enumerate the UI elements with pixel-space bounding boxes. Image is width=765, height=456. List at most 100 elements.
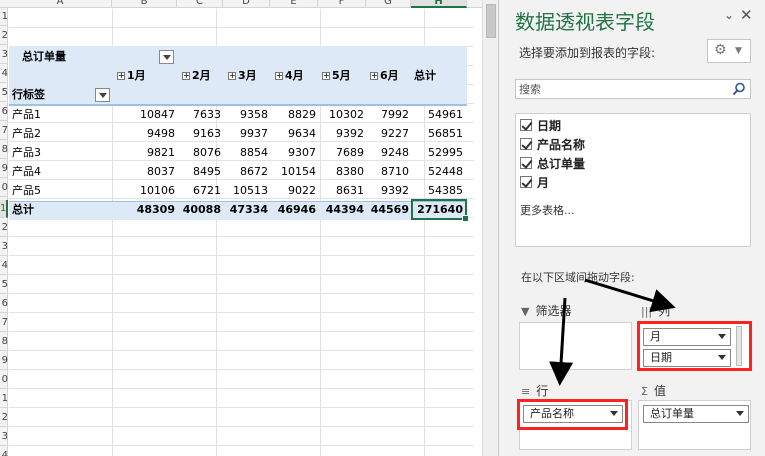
row-header[interactable]: 2 <box>0 27 8 45</box>
row-header[interactable]: 4 <box>0 257 8 275</box>
chevron-down-icon[interactable] <box>736 411 744 416</box>
pivot-row-total[interactable]: 52995 <box>411 144 463 162</box>
row-header[interactable]: 6 <box>0 295 8 313</box>
chevron-down-icon[interactable]: ⌄ <box>724 8 734 22</box>
pivot-cell[interactable]: 9392 <box>366 182 409 200</box>
pivot-cell[interactable]: 8854 <box>223 144 268 162</box>
pivot-cell[interactable]: 6721 <box>177 182 221 200</box>
row-header[interactable]: 0 <box>0 371 8 389</box>
pivot-cell[interactable]: 8037 <box>112 163 175 181</box>
row-header[interactable]: 1 <box>0 390 8 408</box>
checkbox-checked[interactable] <box>520 138 532 150</box>
pivot-grand-total-cell[interactable]: 40088 <box>177 201 221 219</box>
row-header[interactable]: 7 <box>0 122 8 140</box>
field-item-date[interactable]: 日期 <box>520 117 561 135</box>
pivot-col-header-6[interactable]: +6月 <box>370 67 399 85</box>
checkbox-checked[interactable] <box>520 157 532 169</box>
pivot-cell[interactable]: 8076 <box>177 144 221 162</box>
pivot-cell[interactable]: 10513 <box>223 182 268 200</box>
pivot-cell[interactable]: 8672 <box>223 163 268 181</box>
row-header[interactable]: 1 <box>0 8 8 26</box>
pivot-cell[interactable]: 8631 <box>318 182 364 200</box>
pivot-cell[interactable]: 9227 <box>366 125 409 143</box>
row-header[interactable]: 2 <box>0 219 8 237</box>
column-header-f[interactable]: F <box>318 0 366 8</box>
field-list-options-button[interactable]: ⚙ ▼ <box>707 39 751 63</box>
pivot-grand-total-label[interactable]: 总计 <box>12 201 34 219</box>
pivot-cell[interactable]: 9307 <box>270 144 316 162</box>
row-header[interactable]: 8 <box>0 333 8 351</box>
pivot-cell[interactable]: 10154 <box>270 163 316 181</box>
pivot-cell[interactable]: 9498 <box>112 125 175 143</box>
pivot-row-label[interactable]: 产品3 <box>12 144 41 162</box>
pivot-cell[interactable]: 8495 <box>177 163 221 181</box>
column-header-d[interactable]: D <box>223 0 270 8</box>
pivot-cell[interactable]: 10106 <box>112 182 175 200</box>
pivot-cell[interactable]: 10847 <box>112 106 175 124</box>
pivot-col-header-5[interactable]: +5月 <box>322 67 351 85</box>
expand-icon[interactable]: + <box>117 72 125 80</box>
pivot-cell[interactable]: 7633 <box>177 106 221 124</box>
pivot-row-label[interactable]: 产品5 <box>12 182 41 200</box>
expand-icon[interactable]: + <box>228 72 236 80</box>
column-header-b[interactable]: B <box>112 0 177 8</box>
pivot-col-header-2[interactable]: +2月 <box>182 67 211 85</box>
pivot-cell[interactable]: 9248 <box>366 144 409 162</box>
pivot-row-label[interactable]: 产品2 <box>12 125 41 143</box>
field-item-total-orders[interactable]: 总订单量 <box>520 155 585 173</box>
pivot-cell[interactable]: 7992 <box>366 106 409 124</box>
pivot-grand-total-cell[interactable]: 48309 <box>112 201 175 219</box>
pivot-cell[interactable]: 10302 <box>318 106 364 124</box>
row-header[interactable]: 4 <box>0 447 8 456</box>
row-header[interactable]: 4 <box>0 65 8 83</box>
row-header[interactable]: 5 <box>0 276 8 294</box>
pivot-cell[interactable]: 9392 <box>318 125 364 143</box>
column-header-g[interactable]: G <box>366 0 411 8</box>
search-icon[interactable] <box>732 82 746 96</box>
pivot-cell[interactable]: 8829 <box>270 106 316 124</box>
pivot-grand-total-cell[interactable]: 46946 <box>270 201 316 219</box>
row-header[interactable]: 7 <box>0 314 8 332</box>
expand-icon[interactable]: + <box>275 72 283 80</box>
row-header[interactable]: 0 <box>0 179 8 197</box>
pivot-cell[interactable]: 9358 <box>223 106 268 124</box>
pivot-grand-total-cell[interactable]: 44569 <box>366 201 409 219</box>
row-header[interactable]: 9 <box>0 352 8 370</box>
pivot-row-total[interactable]: 56851 <box>411 125 463 143</box>
pivot-row-label[interactable]: 产品1 <box>12 106 41 124</box>
row-header[interactable]: 2 <box>0 409 8 427</box>
pivot-cell[interactable]: 9937 <box>223 125 268 143</box>
checkbox-checked[interactable] <box>520 176 532 188</box>
column-header-a[interactable]: A <box>9 0 112 8</box>
expand-icon[interactable]: + <box>370 72 378 80</box>
pivot-cell[interactable]: 9821 <box>112 144 175 162</box>
pivot-row-total[interactable]: 54961 <box>411 106 463 124</box>
pivot-row-total[interactable]: 54385 <box>411 182 463 200</box>
row-header-selected[interactable]: 1 <box>0 200 8 218</box>
filters-drop-zone[interactable] <box>519 322 632 370</box>
pivot-cell[interactable]: 8710 <box>366 163 409 181</box>
field-search-input[interactable] <box>516 80 716 98</box>
pivot-cell[interactable]: 8380 <box>318 163 364 181</box>
row-header[interactable]: 3 <box>0 428 8 446</box>
row-header[interactable]: 3 <box>0 238 8 256</box>
values-field-total-orders[interactable]: 总订单量 <box>643 405 749 423</box>
vertical-scrollbar[interactable] <box>482 0 498 456</box>
pivot-col-header-1[interactable]: +1月 <box>117 67 146 85</box>
column-header-c[interactable]: C <box>177 0 223 8</box>
row-header[interactable]: 5 <box>0 84 8 102</box>
pivot-row-total[interactable]: 52448 <box>411 163 463 181</box>
value-field-filter-dropdown[interactable] <box>159 50 174 64</box>
field-item-month[interactable]: 月 <box>520 174 549 192</box>
row-header[interactable]: 8 <box>0 141 8 159</box>
scrollbar-thumb[interactable] <box>486 4 496 38</box>
pivot-grand-total-cell[interactable]: 47334 <box>223 201 268 219</box>
close-icon[interactable]: ✕ <box>740 6 753 24</box>
column-header-h[interactable]: H <box>411 0 467 8</box>
more-tables-link[interactable]: 更多表格... <box>520 202 575 218</box>
pivot-row-label[interactable]: 产品4 <box>12 163 41 181</box>
row-header[interactable]: 9 <box>0 160 8 178</box>
pivot-cell[interactable]: 9634 <box>270 125 316 143</box>
spreadsheet-area[interactable]: A B C D E F G H 1 2 3 4 5 6 7 8 9 0 1 2 … <box>0 0 482 456</box>
pivot-col-header-3[interactable]: +3月 <box>228 67 257 85</box>
